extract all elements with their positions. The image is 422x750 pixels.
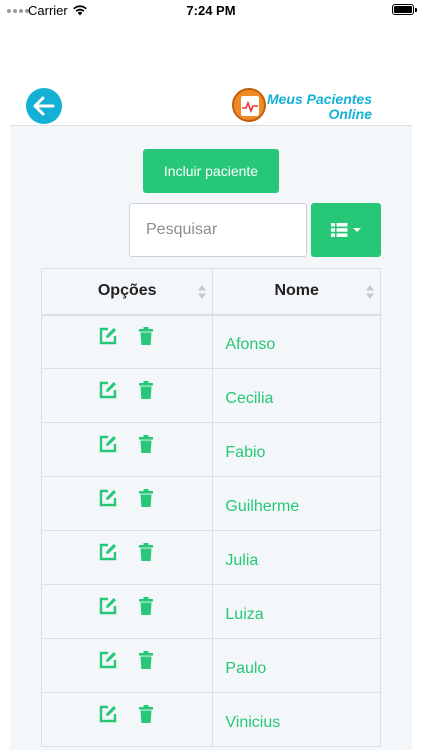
table-row: Guilherme <box>40 476 381 531</box>
table-row: Luiza <box>40 584 381 639</box>
logo-icon <box>232 88 266 122</box>
table-header-row: Opções Nome <box>40 268 381 316</box>
patient-name[interactable]: Guilherme <box>212 476 381 531</box>
options-cell <box>40 638 214 693</box>
patient-name[interactable]: Julia <box>212 530 381 585</box>
edit-icon[interactable] <box>98 326 118 346</box>
patient-name[interactable]: Afonso <box>212 314 381 369</box>
options-cell <box>40 530 214 585</box>
main-content: Incluir paciente Opções <box>10 126 412 750</box>
edit-icon[interactable] <box>98 596 118 616</box>
patient-name[interactable]: Vinicius <box>212 692 381 747</box>
add-patient-button[interactable]: Incluir paciente <box>143 149 279 193</box>
status-bar: Carrier 7:24 PM <box>0 0 422 22</box>
options-cell <box>40 314 214 369</box>
options-cell <box>40 368 214 423</box>
column-header-options[interactable]: Opções <box>40 268 214 316</box>
trash-icon[interactable] <box>136 488 156 508</box>
table-row: Cecilia <box>40 368 381 423</box>
back-arrow-icon <box>33 96 55 116</box>
back-button[interactable] <box>26 88 62 124</box>
trash-icon[interactable] <box>136 596 156 616</box>
edit-icon[interactable] <box>98 434 118 454</box>
sort-icon <box>198 285 207 299</box>
patient-name[interactable]: Luiza <box>212 584 381 639</box>
options-cell <box>40 584 214 639</box>
table-row: Afonso <box>40 314 381 369</box>
patients-table: Opções Nome Afonso Cecilia Fabio Guilher… <box>40 268 381 747</box>
view-toggle-button[interactable] <box>311 203 381 257</box>
column-header-name[interactable]: Nome <box>212 268 381 316</box>
list-icon <box>331 223 361 238</box>
options-cell <box>40 476 214 531</box>
patient-name[interactable]: Cecilia <box>212 368 381 423</box>
status-time: 7:24 PM <box>186 3 236 18</box>
edit-icon[interactable] <box>98 650 118 670</box>
patient-name[interactable]: Fabio <box>212 422 381 477</box>
logo-line2: Online <box>328 106 372 122</box>
trash-icon[interactable] <box>136 326 156 346</box>
patient-name[interactable]: Paulo <box>212 638 381 693</box>
table-row: Fabio <box>40 422 381 477</box>
edit-icon[interactable] <box>98 542 118 562</box>
logo-text: Meus Pacientes Online <box>267 92 372 122</box>
trash-icon[interactable] <box>136 542 156 562</box>
trash-icon[interactable] <box>136 380 156 400</box>
logo-line1: Meus Pacientes <box>266 91 372 107</box>
edit-icon[interactable] <box>98 488 118 508</box>
search-input[interactable] <box>129 203 307 257</box>
trash-icon[interactable] <box>136 434 156 454</box>
column-header-label: Nome <box>274 282 319 300</box>
table-row: Julia <box>40 530 381 585</box>
table-row: Paulo <box>40 638 381 693</box>
column-header-label: Opções <box>97 282 157 300</box>
trash-icon[interactable] <box>136 650 156 670</box>
edit-icon[interactable] <box>98 380 118 400</box>
edit-icon[interactable] <box>98 704 118 724</box>
app-header: Meus Pacientes Online <box>10 80 412 126</box>
battery-icon <box>392 4 417 15</box>
sort-icon <box>366 285 374 299</box>
trash-icon[interactable] <box>136 704 156 724</box>
options-cell <box>40 692 214 747</box>
table-row: Vinicius <box>40 692 381 747</box>
options-cell <box>40 422 214 477</box>
caret-down-icon <box>353 228 361 233</box>
